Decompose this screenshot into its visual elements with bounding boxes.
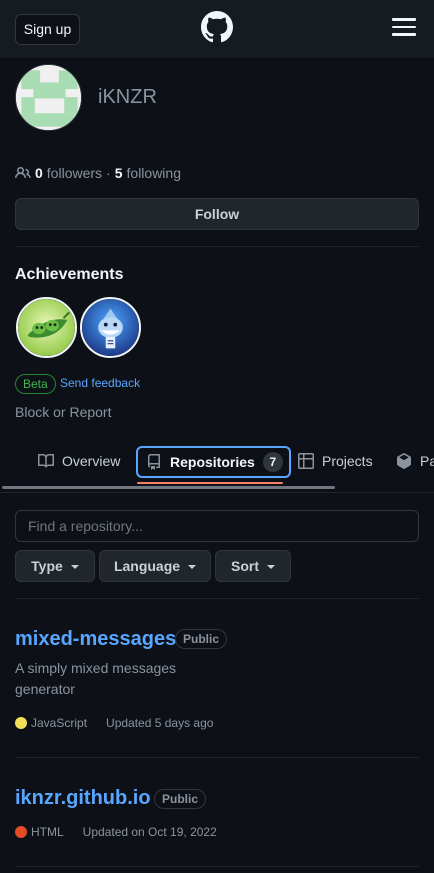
repo-language: HTML xyxy=(31,825,64,839)
caret-down-icon xyxy=(188,564,197,569)
caret-down-icon xyxy=(70,564,79,569)
separator: · xyxy=(106,165,111,181)
type-filter-button[interactable]: Type xyxy=(15,550,95,582)
beta-label: Beta xyxy=(15,374,56,394)
following-label[interactable]: following xyxy=(127,165,181,181)
caret-down-icon xyxy=(267,564,275,569)
book-icon xyxy=(38,453,54,468)
divider xyxy=(15,246,419,247)
repo-language: JavaScript xyxy=(31,716,88,730)
avatar[interactable] xyxy=(15,64,82,131)
tab-overview-label: Overview xyxy=(62,453,121,469)
people-icon xyxy=(15,166,31,179)
language-color-dot xyxy=(15,717,27,729)
repo-link-mixed-messages[interactable]: mixed-messages xyxy=(15,628,176,651)
block-or-report-link[interactable]: Block or Report xyxy=(15,404,111,420)
follow-button[interactable]: Follow xyxy=(15,198,419,230)
repo-updated: Updated on Oct 19, 2022 xyxy=(82,825,217,839)
type-filter-label: Type xyxy=(31,558,63,574)
sort-filter-button[interactable]: Sort xyxy=(215,550,291,582)
followers-label[interactable]: followers xyxy=(47,165,102,181)
identicon-image xyxy=(16,65,81,130)
profile-username: iKNZR xyxy=(98,86,157,108)
github-logo-icon[interactable] xyxy=(201,11,233,43)
divider xyxy=(15,598,419,599)
sign-up-button[interactable]: Sign up xyxy=(15,14,80,45)
visibility-badge: Public xyxy=(175,629,228,649)
tab-packages[interactable]: Pa xyxy=(396,446,434,476)
divider xyxy=(15,866,419,867)
followers-count[interactable]: 0 xyxy=(35,165,43,181)
language-filter-button[interactable]: Language xyxy=(99,550,211,582)
site-header: Sign up xyxy=(0,0,434,58)
language-color-dot xyxy=(15,826,27,838)
active-tab-underline xyxy=(137,482,283,484)
tab-overview[interactable]: Overview xyxy=(38,446,120,476)
following-count[interactable]: 5 xyxy=(115,165,123,181)
shark-badge-icon[interactable] xyxy=(80,297,141,358)
tab-packages-label: Pa xyxy=(420,453,434,469)
language-filter-label: Language xyxy=(113,558,181,574)
find-repository-input[interactable] xyxy=(15,510,419,542)
repo-meta: JavaScript Updated 5 days ago xyxy=(15,716,213,730)
repo-icon xyxy=(148,454,160,470)
tab-repositories[interactable]: Repositories 7 xyxy=(136,446,291,478)
tabs-scrollbar[interactable] xyxy=(2,486,335,489)
repo-meta: HTML Updated on Oct 19, 2022 xyxy=(15,825,217,839)
divider xyxy=(15,757,419,758)
pair-extraordinaire-badge-icon[interactable] xyxy=(16,297,77,358)
table-icon xyxy=(298,453,314,469)
followers-summary: 0 followers · 5 following xyxy=(15,164,181,182)
tab-projects[interactable]: Projects xyxy=(298,446,373,476)
visibility-badge: Public xyxy=(154,789,207,809)
divider xyxy=(0,492,434,493)
tab-repositories-label: Repositories xyxy=(170,454,255,470)
repo-link-iknzr-github-io[interactable]: iknzr.github.io xyxy=(15,787,151,810)
package-icon xyxy=(397,453,411,469)
send-feedback-link[interactable]: Send feedback xyxy=(60,376,140,390)
repo-updated: Updated 5 days ago xyxy=(106,716,214,730)
tab-projects-label: Projects xyxy=(322,453,373,469)
hamburger-menu-icon[interactable] xyxy=(392,18,416,38)
repositories-count-badge: 7 xyxy=(262,452,283,472)
repo-description: A simply mixed messages generator xyxy=(15,660,177,697)
sort-filter-label: Sort xyxy=(231,558,259,574)
achievements-title: Achievements xyxy=(15,266,124,283)
